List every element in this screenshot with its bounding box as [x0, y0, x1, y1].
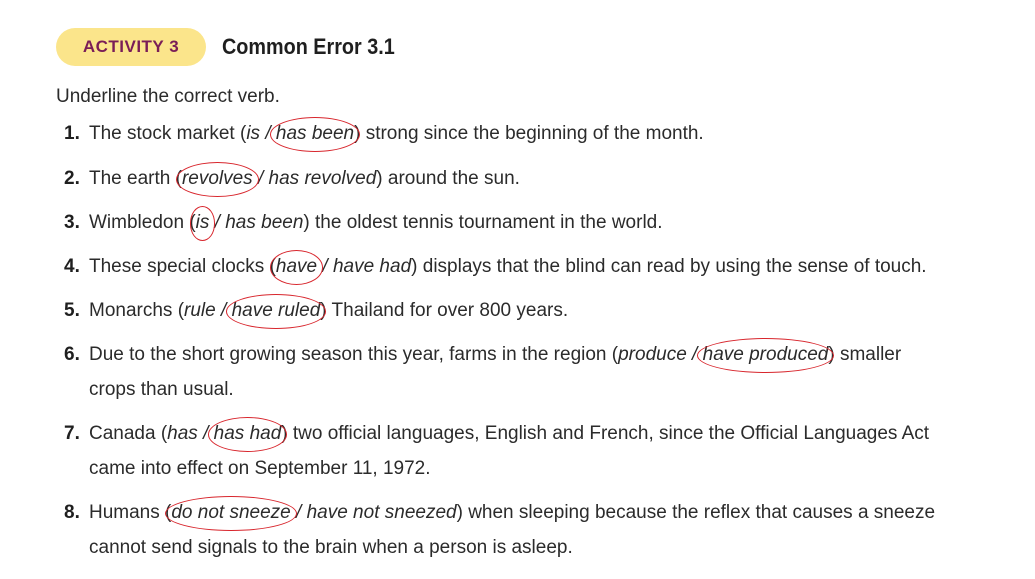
option-2: have had: [332, 256, 412, 277]
option-1-circled: do not sneeze: [165, 495, 298, 531]
item-text-before: Canada (: [89, 423, 168, 444]
option-1: rule: [184, 300, 216, 321]
option-separator: /: [215, 300, 232, 321]
option-1: has: [167, 423, 198, 444]
item-number: 5.: [64, 300, 80, 321]
item-text-before: Wimbledon (: [89, 212, 196, 233]
item-text-before: The earth (: [89, 168, 182, 189]
item-number: 4.: [64, 256, 80, 277]
item-text-before: Monarchs (: [89, 300, 185, 321]
item-number: 2.: [64, 168, 80, 189]
item-number: 6.: [64, 344, 80, 365]
item-text-before: The stock market (: [89, 123, 247, 144]
item-number: 7.: [64, 423, 80, 444]
item-text-after: ) the oldest tennis tournament in the wo…: [303, 212, 663, 233]
activity-badge: ACTIVITY 3: [56, 28, 206, 66]
option-separator: /: [290, 502, 307, 523]
option-2: has been: [225, 212, 304, 233]
option-separator: /: [317, 256, 333, 277]
option-separator: /: [260, 123, 276, 144]
item-text-before: Humans (: [89, 502, 172, 523]
option-2-circled: has been: [269, 116, 361, 152]
item-number: 1.: [64, 123, 80, 144]
item-text-after: ) when sleeping because the reflex that …: [456, 502, 936, 523]
option-separator: /: [686, 344, 703, 365]
option-1: is: [246, 123, 261, 144]
activity-header: ACTIVITY 3 Common Error 3.1: [56, 28, 414, 66]
item-text-after: ) around the sun.: [376, 168, 520, 189]
option-1-circled: revolves: [175, 161, 259, 197]
item-continuation: crops than usual.: [89, 379, 234, 400]
item-text-after: ) two official languages, English and Fr…: [281, 423, 930, 444]
option-separator: /: [252, 168, 269, 189]
option-2: has revolved: [268, 168, 377, 189]
item-continuation: came into effect on September 11, 1972.: [89, 458, 431, 479]
exercise-item-2: 2. The earth (revolves / has revolved) ar…: [64, 161, 994, 197]
option-2-circled: has had: [207, 416, 287, 452]
exercise-item-4: 4. These special clocks (have / have had)…: [64, 249, 994, 285]
item-text-after: ) displays that the blind can read by us…: [411, 256, 927, 277]
item-number: 8.: [64, 502, 80, 523]
exercise-item-3: 3. Wimbledon (is / has been) the oldest t…: [64, 205, 994, 241]
exercise-item-1: 1. The stock market (is / has been) stron…: [64, 116, 994, 152]
option-separator: /: [209, 212, 226, 233]
option-separator: /: [197, 423, 214, 444]
item-number: 3.: [64, 212, 80, 233]
exercise-item-5: 5. Monarchs (rule / have ruled) Thailand …: [64, 293, 994, 329]
exercise-item-7: 7. Canada (has / has had) two official la…: [64, 416, 994, 486]
option-1: produce: [618, 344, 687, 365]
item-text-before: These special clocks (: [89, 256, 276, 277]
option-2-circled: have produced: [696, 337, 835, 373]
item-text-before: Due to the short growing season this yea…: [89, 344, 619, 365]
item-continuation: cannot send signals to the brain when a …: [89, 537, 573, 558]
exercise-item-6: 6. Due to the short growing season this y…: [64, 337, 994, 407]
option-2-circled: have ruled: [225, 293, 327, 329]
item-text-after: ) strong since the beginning of the mont…: [354, 123, 704, 144]
activity-title: Common Error 3.1: [222, 34, 395, 59]
option-1-circled: is: [189, 205, 216, 241]
option-1-circled: have: [269, 249, 324, 285]
instruction-text: Underline the correct verb.: [56, 86, 280, 107]
exercise-item-8: 8. Humans (do not sneeze / have not sneez…: [64, 495, 994, 565]
option-2: have not sneezed: [306, 502, 457, 523]
item-text-after: ) smaller: [828, 344, 902, 365]
item-text-after: ) Thailand for over 800 years.: [320, 300, 569, 321]
